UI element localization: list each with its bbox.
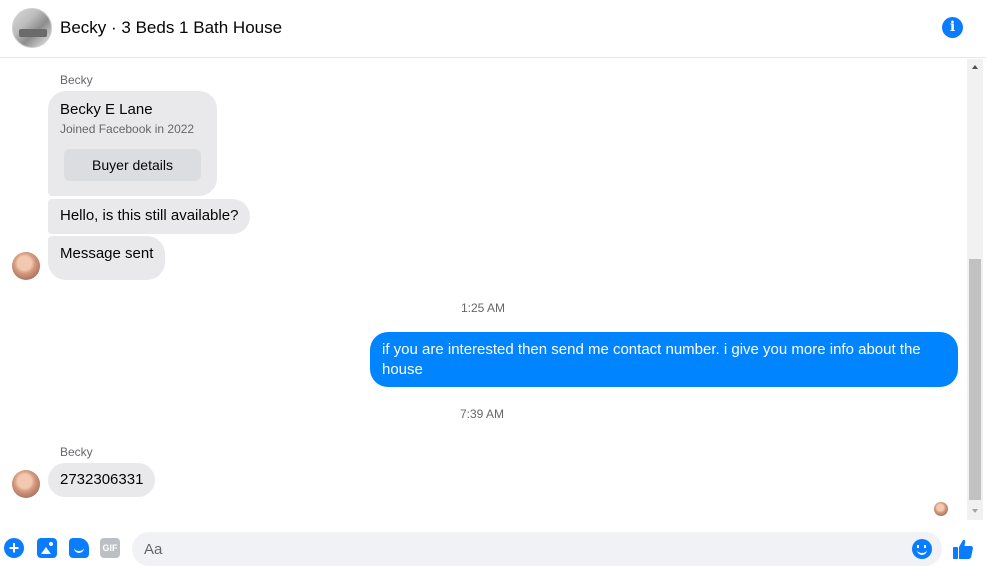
- message-input-container[interactable]: [132, 532, 942, 566]
- scrollbar[interactable]: [967, 59, 983, 520]
- timestamp: 7:39 AM: [460, 407, 505, 421]
- my-message-bubble[interactable]: if you are interested then send me conta…: [370, 332, 958, 387]
- profile-joined-text: Joined Facebook in 2022: [60, 122, 195, 136]
- message-bubble[interactable]: 2732306331: [48, 463, 156, 497]
- listing-thumbnail[interactable]: [12, 8, 52, 48]
- info-icon[interactable]: i: [942, 17, 963, 38]
- sticker-icon[interactable]: [69, 538, 89, 558]
- message-bubble[interactable]: Message sent: [48, 236, 166, 280]
- profile-name: Becky E Lane: [60, 101, 153, 118]
- sender-name: Becky: [60, 73, 93, 87]
- message-input[interactable]: [144, 532, 904, 566]
- profile-card: Becky E Lane Joined Facebook in 2022 Buy…: [48, 91, 217, 196]
- emoji-icon[interactable]: [912, 539, 932, 559]
- scroll-thumb[interactable]: [969, 259, 981, 500]
- read-receipt-avatar: [934, 502, 948, 516]
- timestamp: 1:25 AM: [461, 301, 506, 315]
- thumbs-up-icon[interactable]: [951, 537, 975, 561]
- message-bubble[interactable]: Hello, is this still available?: [48, 199, 251, 234]
- conversation-header: Becky · 3 Beds 1 Bath House i: [0, 0, 986, 58]
- sender-name: Becky: [60, 445, 93, 459]
- scroll-down-arrow[interactable]: [967, 506, 983, 516]
- conversation-title[interactable]: Becky · 3 Beds 1 Bath House: [60, 18, 282, 38]
- buyer-details-button[interactable]: Buyer details: [64, 149, 201, 181]
- avatar[interactable]: [12, 470, 40, 498]
- avatar[interactable]: [12, 252, 40, 280]
- scroll-up-arrow[interactable]: [967, 63, 983, 73]
- gif-icon[interactable]: GIF: [100, 538, 120, 558]
- plus-icon[interactable]: +: [4, 538, 24, 558]
- composer-bar: + GIF: [0, 530, 986, 566]
- photo-icon[interactable]: [37, 538, 57, 558]
